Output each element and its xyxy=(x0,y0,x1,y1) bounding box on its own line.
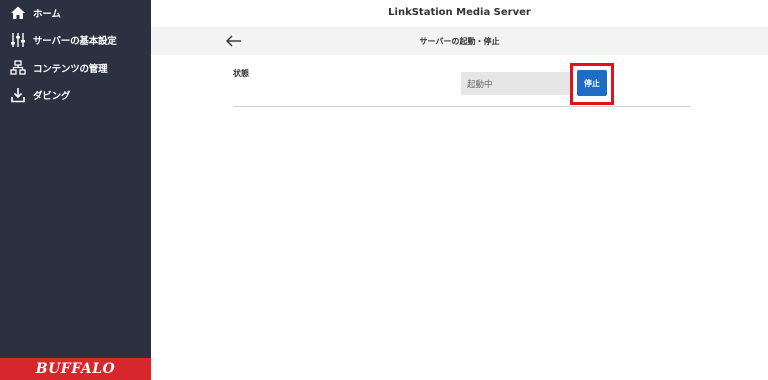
app-title: LinkStation Media Server xyxy=(388,7,531,18)
sidebar-item-dubbing[interactable]: ダビング xyxy=(0,82,151,108)
page-title: サーバーの起動・停止 xyxy=(419,37,500,46)
sidebar-item-contents[interactable]: コンテンツの管理 xyxy=(0,55,151,81)
content-tree-icon xyxy=(9,59,27,77)
app-window: ホーム サーバーの基本設定 コンテンツの管理 ダビング BUFFALO Link… xyxy=(0,0,768,380)
sidebar: ホーム サーバーの基本設定 コンテンツの管理 ダビング BUFFALO xyxy=(0,0,151,380)
brand-footer: BUFFALO xyxy=(0,358,151,380)
main-panel: LinkStation Media Server サーバーの起動・停止 状態 起… xyxy=(151,0,768,380)
page-header: サーバーの起動・停止 xyxy=(151,27,768,55)
sidebar-item-home[interactable]: ホーム xyxy=(0,0,151,26)
sidebar-item-label: ダビング xyxy=(33,91,71,102)
sidebar-item-server-settings[interactable]: サーバーの基本設定 xyxy=(0,27,151,53)
stop-button[interactable]: 停止 xyxy=(577,70,607,96)
divider xyxy=(233,106,690,107)
buffalo-logo: BUFFALO xyxy=(35,361,116,377)
sidebar-item-label: コンテンツの管理 xyxy=(33,64,108,75)
sidebar-item-label: サーバーの基本設定 xyxy=(33,36,117,47)
home-icon xyxy=(9,4,27,22)
download-icon xyxy=(9,86,27,104)
sidebar-item-label: ホーム xyxy=(33,9,61,20)
status-label: 状態 xyxy=(233,69,249,78)
sliders-icon xyxy=(9,31,27,49)
status-field: 起動中 xyxy=(461,72,573,95)
